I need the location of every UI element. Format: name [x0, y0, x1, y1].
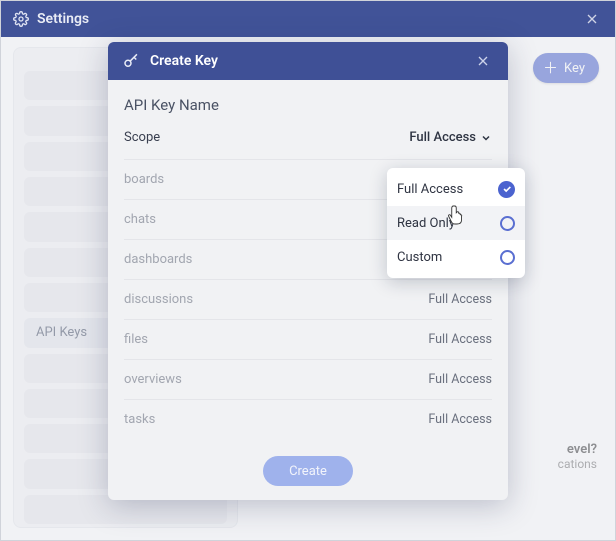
permission-name: discussions: [124, 292, 193, 307]
settings-close-button[interactable]: [581, 8, 603, 30]
scope-select[interactable]: Full Access: [409, 130, 492, 145]
scope-label: Scope: [124, 130, 160, 145]
radio-empty-icon: [500, 250, 515, 265]
key-icon: [122, 52, 140, 70]
permission-name: dashboards: [124, 252, 192, 267]
scope-option-label: Full Access: [397, 182, 463, 197]
permission-row: tasks Full Access: [124, 399, 492, 439]
api-key-name-label: API Key Name: [124, 96, 492, 114]
radio-checked-icon: [498, 181, 515, 198]
permission-row: files Full Access: [124, 319, 492, 359]
permission-name: overviews: [124, 372, 182, 387]
permission-row: discussions Full Access: [124, 279, 492, 319]
scope-option-read-only[interactable]: Read Only: [387, 206, 525, 240]
radio-empty-icon: [500, 216, 515, 231]
permission-value: Full Access: [428, 292, 492, 307]
scope-option-label: Read Only: [397, 216, 455, 231]
permission-value: Full Access: [428, 372, 492, 387]
permission-row: overviews Full Access: [124, 359, 492, 399]
settings-title: Settings: [37, 11, 89, 27]
permission-name: boards: [124, 172, 164, 187]
scope-row: Scope Full Access: [124, 130, 492, 145]
settings-titlebar: Settings: [1, 1, 615, 37]
permission-value: Full Access: [428, 412, 492, 427]
scope-value: Full Access: [409, 130, 476, 145]
chevron-down-icon: [480, 132, 492, 144]
modal-header: Create Key: [108, 42, 508, 80]
scope-option-full-access[interactable]: Full Access: [387, 172, 525, 206]
permission-value: Full Access: [428, 332, 492, 347]
scope-popover: Full Access Read Only Custom: [387, 168, 525, 278]
scope-option-custom[interactable]: Custom: [387, 240, 525, 274]
gear-icon: [13, 11, 29, 27]
scope-option-label: Custom: [397, 250, 442, 265]
permission-name: chats: [124, 212, 156, 227]
permission-name: files: [124, 332, 148, 347]
create-button[interactable]: Create: [263, 456, 353, 486]
modal-title: Create Key: [150, 53, 218, 69]
permission-name: tasks: [124, 412, 155, 427]
create-button-label: Create: [289, 464, 327, 479]
modal-close-button[interactable]: [472, 50, 494, 72]
